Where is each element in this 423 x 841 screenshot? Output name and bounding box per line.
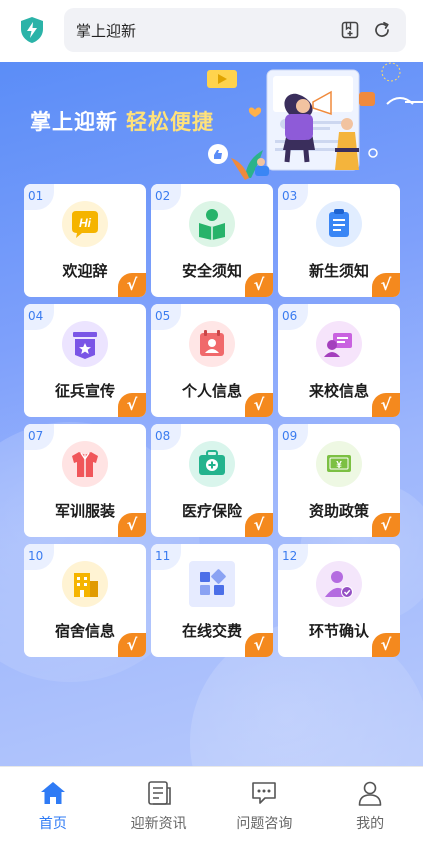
feature-grid: 01 Hi 欢迎辞 √ 02 安全须知 √ 03 新生须知 √ 04 征兵宣传 … [24, 184, 400, 657]
checked-badge: √ [372, 273, 400, 297]
tab-label: 我的 [356, 816, 385, 832]
checked-badge: √ [372, 513, 400, 537]
apps-grid-icon [189, 561, 235, 607]
chat-icon [252, 782, 277, 804]
id-card-icon [316, 321, 362, 367]
checked-badge: √ [245, 273, 273, 297]
grid-item-medical-insurance[interactable]: 08 医疗保险 √ [151, 424, 273, 537]
building-icon [62, 561, 108, 607]
bookmark-add-icon[interactable] [340, 20, 360, 40]
svg-text:¥: ¥ [336, 460, 342, 471]
item-number: 10 [24, 544, 54, 570]
clipboard-icon [316, 201, 362, 247]
top-bar: 掌上迎新 [0, 0, 423, 62]
grid-item-personal-info[interactable]: 05 个人信息 √ [151, 304, 273, 417]
reading-person-icon [189, 201, 235, 247]
item-number: 01 [24, 184, 54, 210]
checked-badge: √ [118, 513, 146, 537]
checked-badge: √ [118, 273, 146, 297]
person-check-icon [316, 561, 362, 607]
medical-kit-icon [189, 441, 235, 487]
checked-badge: √ [372, 633, 400, 657]
item-number: 07 [24, 424, 54, 450]
hi-icon: Hi [62, 201, 108, 247]
checked-badge: √ [372, 393, 400, 417]
grid-item-dormitory-info[interactable]: 10 宿舍信息 √ [24, 544, 146, 657]
tab-mine[interactable]: 我的 [317, 767, 423, 841]
bottom-tab-bar: 首页 迎新资讯 问题咨询 我的 [0, 766, 423, 841]
page-title: 掌上迎新 [76, 22, 137, 40]
uniform-icon [62, 441, 108, 487]
hero-title-accent: 轻松便捷 [126, 110, 214, 134]
money-icon: ¥ [316, 441, 362, 487]
refresh-icon[interactable] [372, 20, 392, 40]
calendar-person-icon [189, 321, 235, 367]
shield-icon [21, 17, 43, 43]
tab-home[interactable]: 首页 [0, 767, 106, 841]
checked-badge: √ [118, 393, 146, 417]
news-icon [147, 781, 171, 805]
checked-badge: √ [245, 513, 273, 537]
hero-title-main: 掌上迎新 [30, 110, 118, 134]
item-number: 04 [24, 304, 54, 330]
address-bar[interactable]: 掌上迎新 [64, 8, 406, 52]
grid-item-training-uniform[interactable]: 07 军训服装 √ [24, 424, 146, 537]
user-icon [358, 781, 382, 806]
checked-badge: √ [118, 633, 146, 657]
tab-label: 迎新资讯 [130, 816, 187, 832]
grid-item-welcome[interactable]: 01 Hi 欢迎辞 √ [24, 184, 146, 297]
item-number: 12 [278, 544, 308, 570]
checked-badge: √ [245, 633, 273, 657]
grid-item-recruitment[interactable]: 04 征兵宣传 √ [24, 304, 146, 417]
hero-illustration [207, 62, 423, 180]
main-area: 掌上迎新 轻松便捷 01 Hi 欢迎辞 √ 02 安全须知 √ 03 新生须知 … [0, 62, 423, 766]
grid-item-financial-aid[interactable]: 09 ¥ 资助政策 √ [278, 424, 400, 537]
tab-news[interactable]: 迎新资讯 [106, 767, 212, 841]
item-number: 11 [151, 544, 181, 570]
item-number: 02 [151, 184, 181, 210]
grid-item-step-confirmation[interactable]: 12 环节确认 √ [278, 544, 400, 657]
item-number: 08 [151, 424, 181, 450]
grid-item-freshman-notice[interactable]: 03 新生须知 √ [278, 184, 400, 297]
item-number: 06 [278, 304, 308, 330]
tab-consultation[interactable]: 问题咨询 [212, 767, 318, 841]
svg-text:Hi: Hi [79, 216, 92, 230]
item-number: 09 [278, 424, 308, 450]
grid-item-online-payment[interactable]: 11 在线交费 √ [151, 544, 273, 657]
tab-label: 首页 [38, 816, 67, 832]
hero-title: 掌上迎新 轻松便捷 [30, 106, 214, 136]
home-icon [40, 782, 65, 804]
checked-badge: √ [245, 393, 273, 417]
military-badge-icon [62, 321, 108, 367]
grid-item-arrival-info[interactable]: 06 来校信息 √ [278, 304, 400, 417]
item-number: 05 [151, 304, 181, 330]
grid-item-safety-notice[interactable]: 02 安全须知 √ [151, 184, 273, 297]
tab-label: 问题咨询 [236, 816, 293, 832]
item-number: 03 [278, 184, 308, 210]
